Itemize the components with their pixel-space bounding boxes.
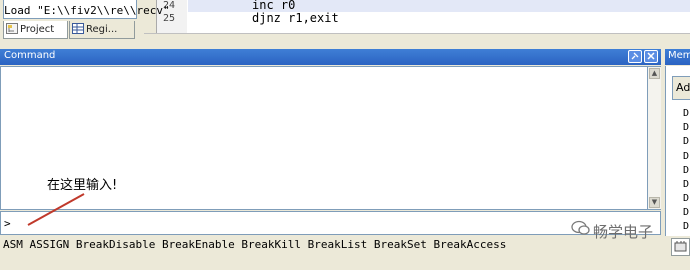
command-input-field[interactable]: [14, 214, 614, 232]
close-icon[interactable]: [644, 50, 658, 63]
tab-registers[interactable]: Regi...: [69, 21, 135, 39]
watermark-text: 畅学电子: [593, 223, 654, 241]
memory-tab-button[interactable]: [671, 238, 690, 256]
project-tree-icon: [6, 23, 18, 34]
scroll-down-icon[interactable]: ▼: [649, 197, 660, 208]
output-line: Load "E:\\fiv2\\re\\recv": [4, 4, 170, 17]
memory-chip-icon: [674, 241, 687, 252]
memory-row: D: [683, 136, 690, 147]
wechat-logo-icon: [571, 220, 590, 235]
annotation-label: 在这里输入!: [47, 178, 118, 193]
memory-window-title-bar: Memo: [665, 49, 690, 65]
memory-row: D: [683, 165, 690, 176]
command-help-line: ASM ASSIGN BreakDisable BreakEnable Brea…: [3, 238, 507, 251]
editor-horizontal-scrollbar[interactable]: [144, 33, 690, 45]
tab-project[interactable]: Project: [3, 21, 68, 39]
tab-registers-label: Regi...: [86, 24, 118, 35]
memory-row: D: [683, 221, 690, 232]
code-line: djnz r1,exit: [252, 11, 339, 25]
memory-window-title: Memo: [668, 50, 690, 61]
pin-icon[interactable]: [628, 50, 642, 63]
memory-address-label: Ad: [672, 76, 690, 100]
memory-row: D: [683, 151, 690, 162]
memory-row: D: [683, 207, 690, 218]
register-grid-icon: [72, 23, 84, 34]
command-prompt: >: [4, 217, 11, 230]
memory-row: D: [683, 108, 690, 119]
memory-row: D: [683, 193, 690, 204]
command-window-title-bar: Command: [0, 49, 661, 65]
scroll-up-icon[interactable]: ▲: [649, 68, 660, 79]
tab-project-label: Project: [20, 24, 55, 35]
memory-row: D: [683, 122, 690, 133]
command-window-title: Command: [4, 50, 56, 61]
memory-row: D: [683, 179, 690, 190]
command-vertical-scrollbar[interactable]: ▲ ▼: [648, 66, 661, 210]
